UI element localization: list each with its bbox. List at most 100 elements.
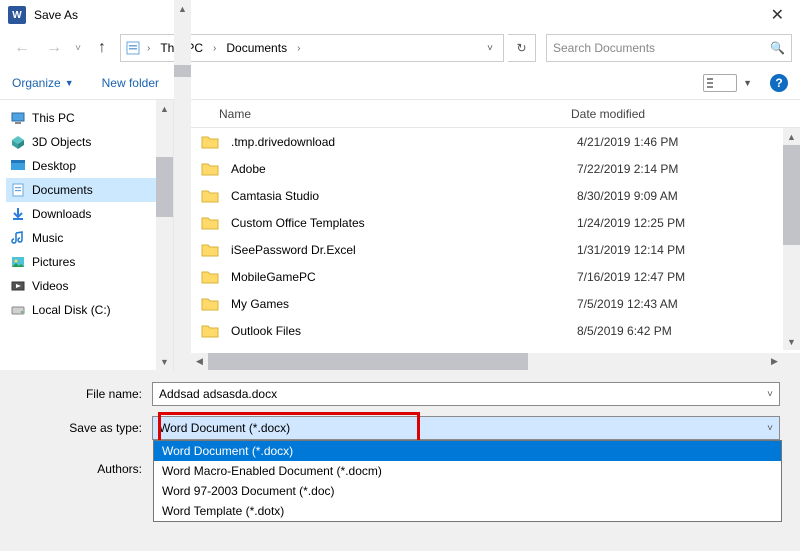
files-scrollbar-v[interactable]: ▲ ▼ xyxy=(783,128,800,350)
folder-icon xyxy=(201,162,219,176)
folder-icon xyxy=(201,297,219,311)
filename-value: Addsad adsasda.docx xyxy=(159,387,277,401)
type-option[interactable]: Word Document (*.docx) xyxy=(154,441,781,461)
scroll-left-icon[interactable]: ◀ xyxy=(191,353,208,370)
new-folder-button[interactable]: New folder xyxy=(102,76,159,90)
scroll-right-icon[interactable]: ▶ xyxy=(766,353,783,370)
file-name: Outlook Files xyxy=(231,324,577,338)
chevron-right-icon[interactable]: › xyxy=(293,43,304,54)
file-name: iSeePassword Dr.Excel xyxy=(231,243,577,257)
filename-input[interactable]: Addsad adsasda.docx ˅ xyxy=(152,382,780,406)
scroll-thumb[interactable] xyxy=(208,353,528,370)
file-row[interactable]: iSeePassword Dr.Excel1/31/2019 12:14 PM xyxy=(191,236,800,263)
folder-icon xyxy=(201,270,219,284)
tree-item-music[interactable]: Music xyxy=(6,226,171,250)
close-button[interactable]: ✕ xyxy=(763,1,792,29)
file-name: Custom Office Templates xyxy=(231,216,577,230)
type-option[interactable]: Word Macro-Enabled Document (*.docm) xyxy=(154,461,781,481)
desktop-icon xyxy=(10,158,26,174)
scroll-up-icon[interactable]: ▲ xyxy=(783,128,800,145)
up-button[interactable]: ↑ xyxy=(88,34,116,62)
word-icon: W xyxy=(8,6,26,24)
file-row[interactable]: My Games7/5/2019 12:43 AM xyxy=(191,290,800,317)
type-dropdown-list[interactable]: Word Document (*.docx)Word Macro-Enabled… xyxy=(153,440,782,522)
scroll-thumb[interactable] xyxy=(174,65,191,77)
chevron-down-icon[interactable]: ˅ xyxy=(767,389,773,400)
breadcrumb-folder[interactable]: Documents xyxy=(222,39,291,57)
scroll-thumb[interactable] xyxy=(156,157,173,217)
save-type-dropdown[interactable]: Word Document (*.docx) ˅ xyxy=(152,416,780,440)
file-row[interactable]: Camtasia Studio8/30/2019 9:09 AM xyxy=(191,182,800,209)
scroll-corner xyxy=(783,353,800,370)
back-button[interactable]: ← xyxy=(8,34,36,62)
window-title: Save As xyxy=(34,8,763,22)
file-name: Camtasia Studio xyxy=(231,189,577,203)
search-input[interactable]: Search Documents 🔍 xyxy=(546,34,792,62)
tree-scrollbar[interactable]: ▲ ▼ xyxy=(156,100,173,370)
scroll-up-icon[interactable]: ▲ xyxy=(174,0,191,17)
tree-item-downloads[interactable]: Downloads xyxy=(6,202,171,226)
help-button[interactable]: ? xyxy=(770,74,788,92)
file-date: 8/30/2019 9:09 AM xyxy=(577,189,678,203)
pc-icon xyxy=(10,110,26,126)
file-pane: Name Date modified .tmp.drivedownload4/2… xyxy=(191,100,800,370)
file-date: 7/22/2019 2:14 PM xyxy=(577,162,678,176)
file-date: 7/5/2019 12:43 AM xyxy=(577,297,678,311)
pictures-icon xyxy=(10,254,26,270)
tree-item-3d-objects[interactable]: 3D Objects xyxy=(6,130,171,154)
scroll-down-icon[interactable]: ▼ xyxy=(783,333,800,350)
refresh-button[interactable]: ↻ xyxy=(508,34,536,62)
tree-item-local-disk-c-[interactable]: Local Disk (C:) xyxy=(6,298,171,322)
tree-item-this-pc[interactable]: This PC xyxy=(6,106,171,130)
breadcrumb-dropdown[interactable]: ˅ xyxy=(481,35,499,61)
chevron-down-icon[interactable]: ˅ xyxy=(767,423,773,434)
file-row[interactable]: .tmp.drivedownload4/21/2019 1:46 PM xyxy=(191,128,800,155)
tree-item-label: Documents xyxy=(32,183,93,197)
tree-item-label: This PC xyxy=(32,111,75,125)
tree-item-label: Pictures xyxy=(32,255,75,269)
scroll-thumb[interactable] xyxy=(783,145,800,245)
column-date[interactable]: Date modified xyxy=(563,107,800,121)
documents-icon xyxy=(125,40,141,56)
view-options-button[interactable]: ▼ xyxy=(703,74,752,92)
view-icon xyxy=(703,74,737,92)
toolbar: Organize ▼ New folder ▼ ? xyxy=(0,66,800,100)
chevron-right-icon[interactable]: › xyxy=(143,43,154,54)
files-scrollbar-h[interactable]: ◀ ▶ xyxy=(191,353,783,370)
tree-item-label: Downloads xyxy=(32,207,91,221)
file-row[interactable]: Adobe7/22/2019 2:14 PM xyxy=(191,155,800,182)
forward-button[interactable]: → xyxy=(40,34,68,62)
folder-icon xyxy=(201,216,219,230)
file-row[interactable]: Outlook Files8/5/2019 6:42 PM xyxy=(191,317,800,344)
organize-button[interactable]: Organize ▼ xyxy=(12,76,74,90)
search-icon[interactable]: 🔍 xyxy=(770,41,785,55)
file-row[interactable]: MobileGamePC7/16/2019 12:47 PM xyxy=(191,263,800,290)
type-label: Save as type: xyxy=(8,421,152,435)
file-date: 1/31/2019 12:14 PM xyxy=(577,243,685,257)
file-date: 4/21/2019 1:46 PM xyxy=(577,135,678,149)
nav-row: ← → ˅ ↑ › This PC › Documents › ˅ ↻ Sear… xyxy=(0,30,800,66)
chevron-right-icon[interactable]: › xyxy=(209,43,220,54)
file-name: My Games xyxy=(231,297,577,311)
type-option[interactable]: Word Template (*.dotx) xyxy=(154,501,781,521)
nav-tree: This PC 3D ObjectsDesktop Documents Downloa… xyxy=(0,100,174,370)
file-name: .tmp.drivedownload xyxy=(231,135,577,149)
file-row[interactable]: Custom Office Templates1/24/2019 12:25 P… xyxy=(191,209,800,236)
column-name[interactable]: Name xyxy=(191,107,563,121)
chevron-down-icon: ▼ xyxy=(65,78,74,88)
tree-item-desktop[interactable]: Desktop xyxy=(6,154,171,178)
recent-dropdown[interactable]: ˅ xyxy=(72,43,84,54)
file-date: 7/16/2019 12:47 PM xyxy=(577,270,685,284)
type-option[interactable]: Word 97-2003 Document (*.doc) xyxy=(154,481,781,501)
folder-icon xyxy=(201,243,219,257)
scroll-up-icon[interactable]: ▲ xyxy=(156,100,173,117)
tree-item-videos[interactable]: Videos xyxy=(6,274,171,298)
tree-item-pictures[interactable]: Pictures xyxy=(6,250,171,274)
search-placeholder: Search Documents xyxy=(553,41,655,55)
3d-icon xyxy=(10,134,26,150)
tree-item-label: Music xyxy=(32,231,63,245)
scroll-down-icon[interactable]: ▼ xyxy=(156,353,173,370)
tree-item-documents[interactable]: Documents xyxy=(6,178,171,202)
file-list: .tmp.drivedownload4/21/2019 1:46 PMAdobe… xyxy=(191,128,800,348)
type-value: Word Document (*.docx) xyxy=(159,421,290,435)
